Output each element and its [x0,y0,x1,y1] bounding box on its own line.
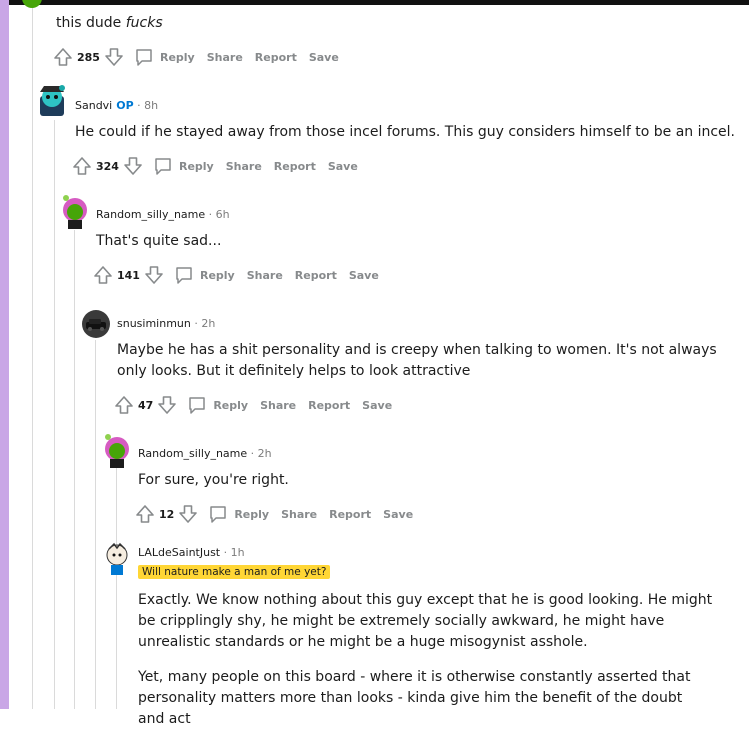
report-button[interactable]: Report [329,508,371,521]
avatar[interactable] [102,541,132,577]
reply-button[interactable]: Reply [187,395,248,415]
avatar[interactable] [82,310,110,338]
top-edge-bar [0,0,749,5]
upvote-icon[interactable] [53,47,73,67]
comment-meta: Sandvi OP · 8h [75,99,158,112]
comment-icon [176,267,192,284]
username[interactable]: LALdeSaintJust [138,546,220,559]
comment-body: That's quite sad... [96,233,222,249]
share-button[interactable]: Share [260,399,296,412]
vote-score: 12 [159,507,175,521]
comment-age[interactable]: · 2h [251,447,272,460]
avatar[interactable] [60,193,90,229]
thread-line[interactable] [54,120,55,709]
comment-actions: 285 Reply Share Report Save [53,46,339,68]
report-button[interactable]: Report [274,160,316,173]
save-button[interactable]: Save [383,508,413,521]
share-button[interactable]: Share [247,269,283,282]
comment-actions: 47 Reply Share Report Save [114,394,392,416]
comment-age[interactable]: · 6h [209,208,230,221]
comment-icon [155,158,171,175]
share-button[interactable]: Share [207,51,243,64]
comment-paragraph: Yet, many people on this board - where i… [138,669,691,727]
comment-body: He could if he stayed away from those in… [75,124,736,140]
comment-actions: 12 Reply Share Report Save [135,503,413,525]
comment-age[interactable]: · 2h [194,317,215,330]
avatar[interactable] [102,432,132,468]
comment-icon [136,49,152,66]
share-button[interactable]: Share [281,508,317,521]
comment-meta: Random_silly_name · 6h [96,208,230,221]
downvote-icon[interactable] [144,265,164,285]
upvote-icon[interactable] [72,156,92,176]
comment-paragraph: Exactly. We know nothing about this guy … [138,592,713,650]
reply-button[interactable]: Reply [208,504,269,524]
op-badge: OP [116,99,134,112]
thread-line[interactable] [116,468,117,709]
comment-icon [189,397,206,414]
username[interactable]: Sandvi [75,99,112,112]
reply-button[interactable]: Reply [134,47,195,67]
upvote-icon[interactable] [93,265,113,285]
comment-body: Maybe he has a shit personality and is c… [117,342,717,379]
thread-line[interactable] [95,340,96,709]
save-button[interactable]: Save [349,269,379,282]
comment-body: this dude fucks [56,15,163,31]
comment-body: For sure, you're right. [138,472,289,488]
avatar[interactable] [22,0,42,8]
thread-line[interactable] [74,230,75,709]
save-button[interactable]: Save [362,399,392,412]
username[interactable]: Random_silly_name [96,208,205,221]
vote-score: 324 [96,159,119,173]
comment-actions: 324 Reply Share Report Save [72,155,358,177]
vote-score: 141 [117,268,140,282]
upvote-icon[interactable] [114,395,134,415]
comment-meta: snusiminmun · 2h [117,317,215,330]
username[interactable]: Random_silly_name [138,447,247,460]
comment-meta: Random_silly_name · 2h [138,447,272,460]
comment-icon [210,506,227,523]
save-button[interactable]: Save [309,51,339,64]
report-button[interactable]: Report [295,269,337,282]
username[interactable]: snusiminmun [117,317,191,330]
downvote-icon[interactable] [104,47,124,67]
avatar[interactable] [36,82,68,116]
thread-collapse-bar[interactable] [0,0,9,709]
downvote-icon[interactable] [157,395,177,415]
comment-age[interactable]: · 1h [224,546,245,559]
reply-button[interactable]: Reply [153,156,214,176]
upvote-icon[interactable] [135,504,155,524]
comment-actions: 141 Reply Share Report Save [93,264,379,286]
share-button[interactable]: Share [226,160,262,173]
report-button[interactable]: Report [308,399,350,412]
downvote-icon[interactable] [123,156,143,176]
vote-score: 47 [138,398,154,412]
comment-meta: LALdeSaintJust · 1h [138,546,245,559]
comment-age[interactable]: · 8h [137,99,158,112]
downvote-icon[interactable] [178,504,198,524]
save-button[interactable]: Save [328,160,358,173]
thread-line[interactable] [32,0,33,709]
report-button[interactable]: Report [255,51,297,64]
user-flair: Will nature make a man of me yet? [138,565,331,579]
reply-button[interactable]: Reply [174,265,235,285]
vote-score: 285 [77,50,100,64]
